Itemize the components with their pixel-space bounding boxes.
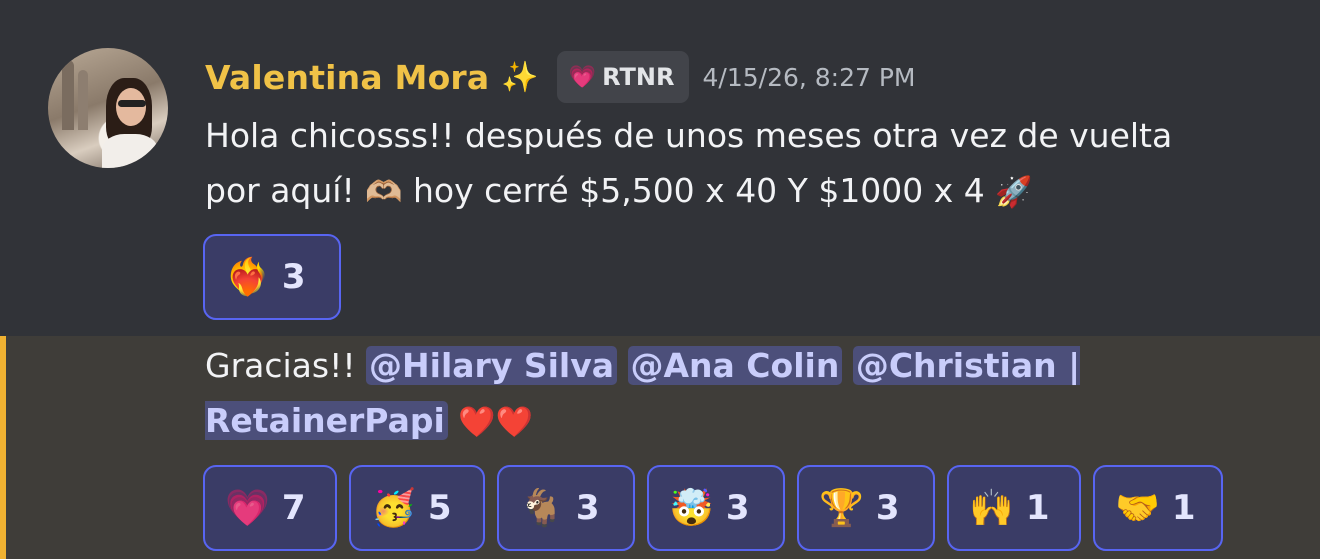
- heart-on-fire-icon: ❤️‍🔥: [225, 257, 270, 298]
- mind-blown-icon: 🤯: [669, 488, 714, 529]
- reaction-handshake[interactable]: 🤝 1: [1093, 465, 1223, 551]
- red-hearts-emoji: ❤️❤️: [458, 405, 534, 440]
- handshake-icon: 🤝: [1115, 488, 1160, 529]
- mention-hilary-silva[interactable]: @Hilary Silva: [366, 346, 618, 385]
- role-tag-label: RTNR: [602, 63, 675, 91]
- reply-message-content: Gracias!! @Hilary Silva @Ana Colin @Chri…: [205, 338, 1265, 450]
- reaction-heart-on-fire[interactable]: ❤️‍🔥 3: [203, 234, 341, 320]
- reaction-party-face[interactable]: 🥳 5: [349, 465, 485, 551]
- message-line: por aquí! 🫶🏼 hoy cerré $5,500 x 40 Y $10…: [205, 163, 1265, 220]
- rocket-emoji: 🚀: [995, 175, 1033, 210]
- sparkles-icon: ✨: [501, 59, 539, 95]
- message-content: Hola chicosss!! después de unos meses ot…: [205, 108, 1265, 220]
- heart-icon: 💗: [568, 64, 597, 90]
- message-text: hoy cerré $5,500 x 40 Y $1000 x 4: [402, 171, 996, 210]
- reaction-count: 1: [1025, 488, 1050, 528]
- reaction-count: 5: [427, 488, 452, 528]
- reaction-count: 3: [281, 257, 306, 297]
- reaction-pink-heart[interactable]: 💗 7: [203, 465, 337, 551]
- message-line: Hola chicosss!! después de unos meses ot…: [205, 116, 1173, 155]
- reaction-count: 3: [575, 488, 600, 528]
- username[interactable]: Valentina Mora: [205, 58, 489, 97]
- raising-hands-icon: 🙌: [969, 488, 1014, 529]
- reaction-raising-hands[interactable]: 🙌 1: [947, 465, 1081, 551]
- avatar-face: [116, 88, 146, 126]
- trophy-icon: 🏆: [819, 488, 864, 529]
- reaction-mind-blown[interactable]: 🤯 3: [647, 465, 785, 551]
- avatar-background-tower: [62, 60, 74, 130]
- reaction-count: 3: [875, 488, 900, 528]
- reaction-count: 3: [725, 488, 750, 528]
- message-line: Gracias!! @Hilary Silva @Ana Colin @Chri…: [205, 338, 1265, 450]
- reaction-count: 7: [281, 488, 306, 528]
- reaction-bar: ❤️‍🔥 3: [203, 234, 341, 320]
- message-header: Valentina Mora ✨ 💗 RTNR 4/15/26, 8:27 PM: [205, 51, 916, 103]
- goat-icon: 🐐: [519, 488, 564, 529]
- pink-heart-icon: 💗: [225, 488, 270, 529]
- message-text: por aquí!: [205, 171, 366, 210]
- reaction-count: 1: [1171, 488, 1196, 528]
- reaction-bar: 💗 7 🥳 5 🐐 3 🤯 3 🏆 3 🙌 1 🤝 1: [203, 465, 1223, 551]
- message-timestamp[interactable]: 4/15/26, 8:27 PM: [703, 63, 916, 92]
- mention-highlight-bar: [0, 336, 6, 559]
- message-text: Gracias!!: [205, 346, 367, 385]
- reaction-trophy[interactable]: 🏆 3: [797, 465, 935, 551]
- reaction-goat[interactable]: 🐐 3: [497, 465, 635, 551]
- avatar-background-tower: [78, 70, 88, 130]
- party-face-icon: 🥳: [371, 488, 416, 529]
- avatar-shirt: [102, 134, 158, 168]
- role-tag[interactable]: 💗 RTNR: [556, 51, 689, 103]
- avatar[interactable]: [48, 48, 168, 168]
- avatar-glasses: [118, 100, 146, 107]
- heart-hands-emoji: 🫶🏼: [365, 175, 403, 210]
- mention-ana-colin[interactable]: @Ana Colin: [627, 346, 843, 385]
